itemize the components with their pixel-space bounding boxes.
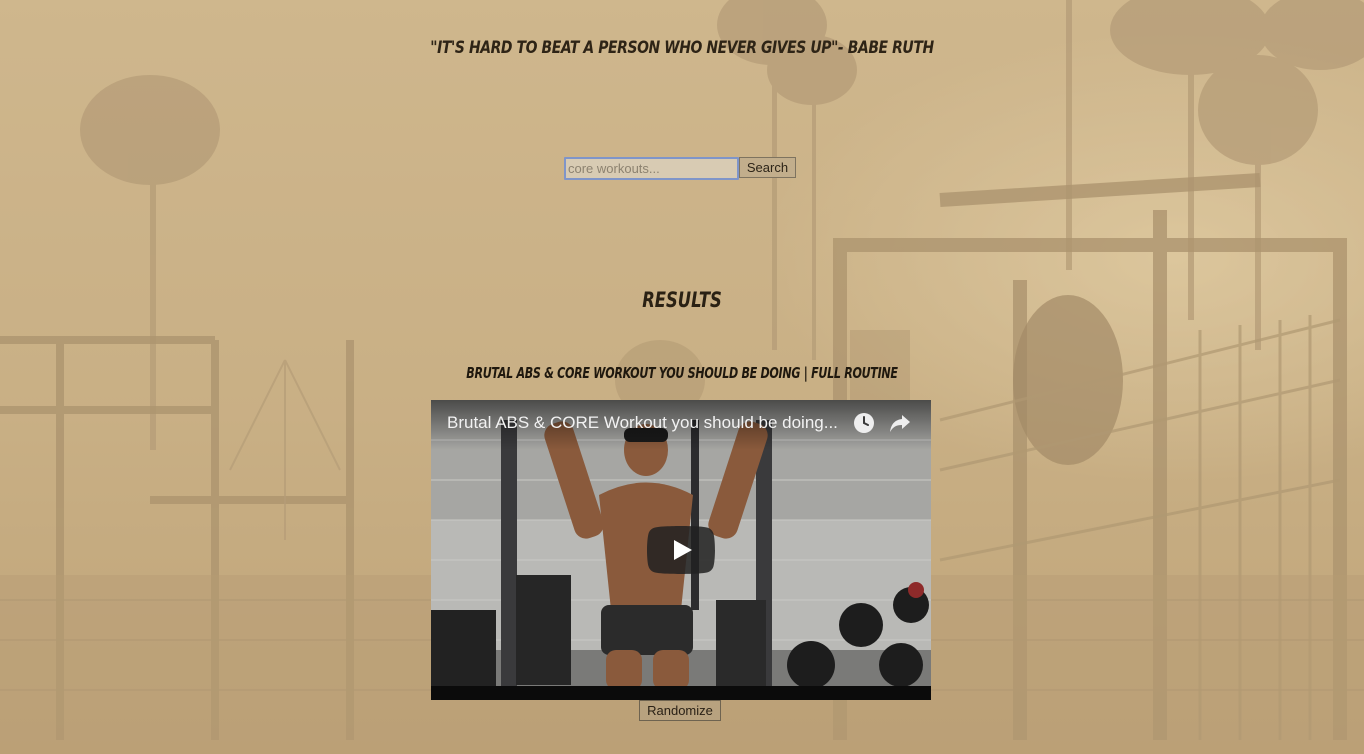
video-title: Brutal ABS & CORE Workout you should be …: [466, 364, 898, 382]
play-icon[interactable]: [647, 526, 715, 574]
search-button[interactable]: Search: [739, 157, 796, 178]
motivational-quote: "It's hard to beat a person who never gi…: [430, 38, 934, 58]
player-bottom-bar: [431, 686, 931, 700]
page-content: "It's hard to beat a person who never gi…: [0, 0, 1364, 754]
search-form: Search: [564, 157, 796, 180]
player-title[interactable]: Brutal ABS & CORE Workout you should be …: [447, 413, 852, 433]
clock-icon[interactable]: [852, 411, 876, 435]
results-heading: Results: [642, 288, 722, 312]
randomize-button[interactable]: Randomize: [639, 700, 721, 721]
share-arrow-icon[interactable]: [888, 411, 912, 435]
video-player[interactable]: Brutal ABS & CORE Workout you should be …: [431, 400, 931, 700]
search-input[interactable]: [564, 157, 739, 180]
